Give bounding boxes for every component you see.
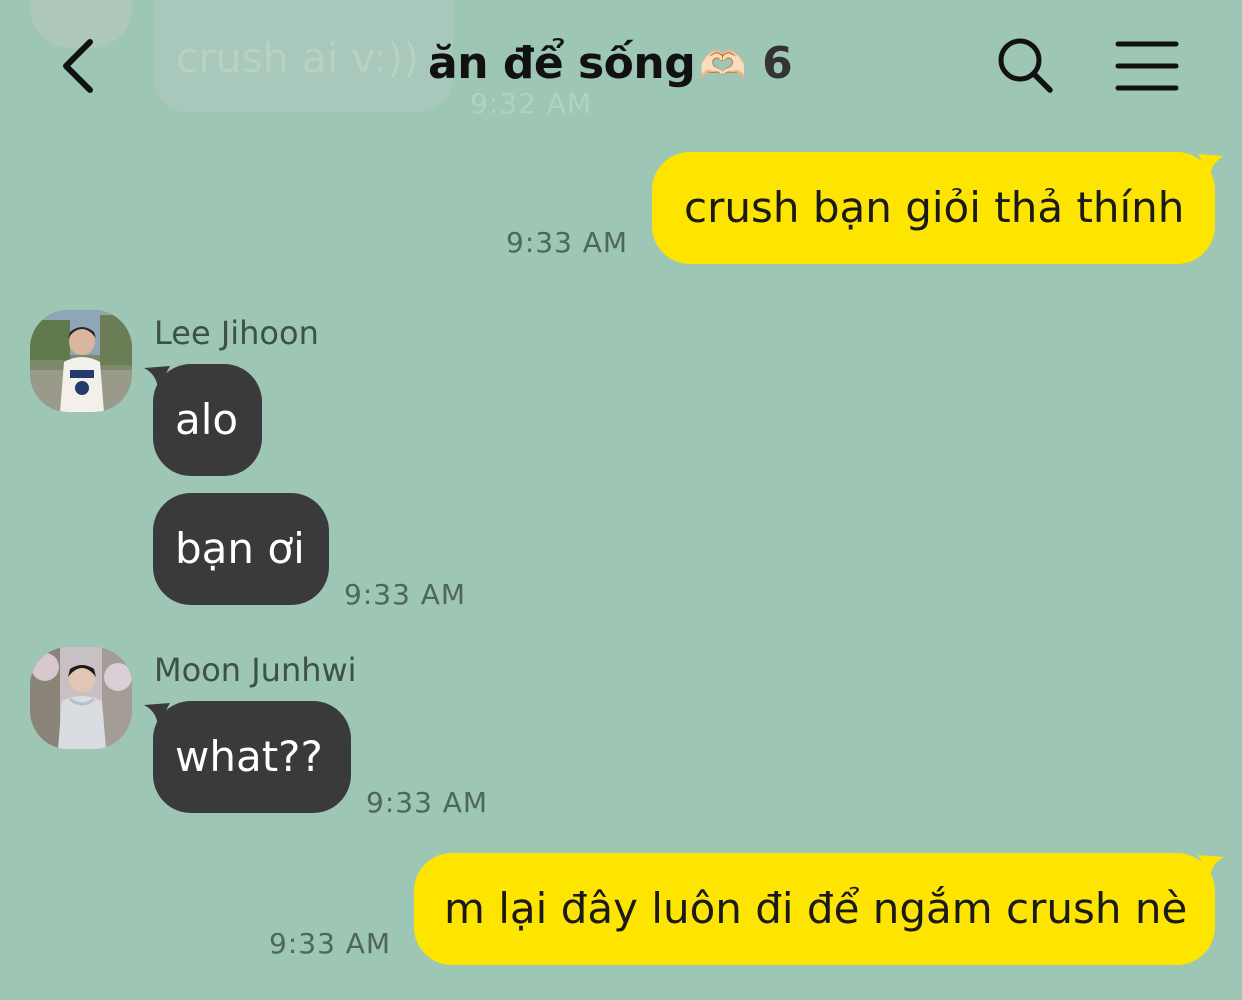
message-time: 9:33 AM <box>366 786 489 819</box>
message-bubble-outgoing[interactable]: m lại đây luôn đi để ngắm crush nè <box>414 853 1215 965</box>
avatar-moon-junhwi[interactable] <box>30 647 132 749</box>
profile-photo <box>30 310 132 412</box>
menu-button[interactable] <box>1114 38 1180 94</box>
message-text: m lại đây luôn đi để ngắm crush nè <box>444 884 1188 933</box>
message-time: 9:33 AM <box>344 578 467 611</box>
sender-name: Moon Junhwi <box>154 651 357 689</box>
bubble-tail <box>1198 855 1224 877</box>
message-text: crush bạn giỏi thả thính <box>684 183 1185 232</box>
member-count: 6 <box>762 38 793 89</box>
message-bubble-outgoing[interactable]: crush bạn giỏi thả thính <box>652 152 1215 264</box>
chat-title-text: ăn để sống <box>428 38 696 89</box>
search-button[interactable] <box>994 34 1058 98</box>
message-time: 9:33 AM <box>269 927 392 960</box>
chevron-left-icon <box>63 39 93 93</box>
message-bubble-incoming[interactable]: alo <box>153 364 262 476</box>
sender-name: Lee Jihoon <box>154 314 319 352</box>
avatar-lee-jihoon[interactable] <box>30 310 132 412</box>
search-icon <box>998 38 1053 93</box>
message-time: 9:33 AM <box>506 226 629 259</box>
message-text: what?? <box>175 732 323 781</box>
hamburger-menu-icon <box>1115 41 1179 91</box>
bubble-tail <box>1198 154 1224 176</box>
heart-hands-icon: 🫶🏻 <box>699 43 747 87</box>
back-button[interactable] <box>52 30 112 102</box>
profile-photo <box>30 647 132 749</box>
chat-title: ăn để sống 🫶🏻 6 <box>428 38 793 89</box>
message-text: alo <box>175 395 239 444</box>
message-bubble-incoming[interactable]: bạn ơi <box>153 493 329 605</box>
message-bubble-incoming[interactable]: what?? <box>153 701 351 813</box>
chat-header: ăn để sống 🫶🏻 6 <box>0 0 1242 130</box>
message-text: bạn ơi <box>175 524 305 573</box>
